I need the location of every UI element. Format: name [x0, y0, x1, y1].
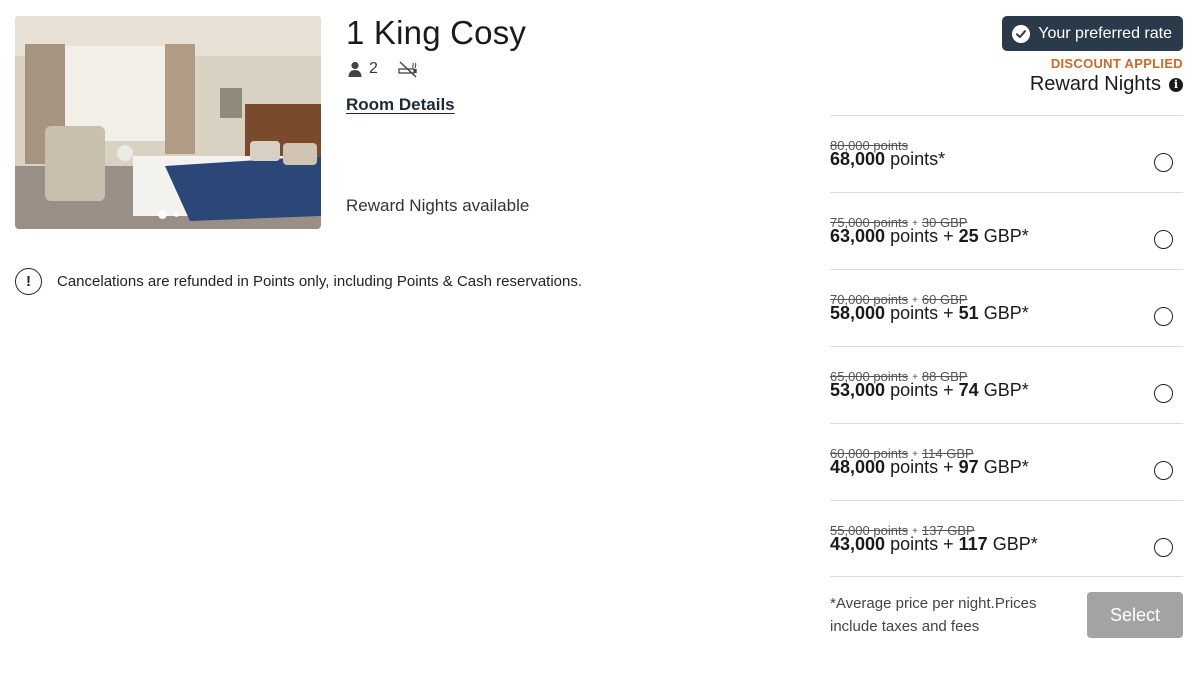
- gallery-dots[interactable]: [15, 210, 321, 219]
- asterisk: *: [1021, 380, 1029, 400]
- rate-radio-button[interactable]: [1154, 538, 1173, 557]
- exclamation-circle-icon: !: [15, 268, 42, 295]
- discounted-price: 53,000 points + 74 GBP*: [830, 380, 1029, 400]
- info-icon[interactable]: i: [1169, 77, 1183, 92]
- points-value: 43,000: [830, 534, 886, 554]
- rate-radio-button[interactable]: [1154, 307, 1173, 326]
- asterisk: *: [938, 149, 946, 169]
- rate-options-list: 80,000 points 68,000 points* 75,000 poin…: [830, 115, 1183, 577]
- asterisk: *: [1021, 303, 1029, 323]
- points-unit: points: [890, 226, 939, 246]
- cash-unit: GBP: [983, 457, 1022, 477]
- rate-name-label: Reward Nights: [1029, 73, 1161, 95]
- no-smoking-icon: [398, 61, 417, 78]
- discounted-price: 58,000 points + 51 GBP*: [830, 303, 1029, 323]
- rate-option[interactable]: 60,000 points + 114 GBP 48,000 points + …: [830, 423, 1183, 500]
- cash-value: 74: [958, 380, 979, 400]
- notice-text: Cancelations are refunded in Points only…: [57, 273, 583, 290]
- cash-value: 51: [958, 303, 979, 323]
- points-unit: points: [890, 534, 939, 554]
- rate-radio-button[interactable]: [1154, 461, 1173, 480]
- points-value: 58,000: [830, 303, 886, 323]
- points-value: 68,000: [830, 149, 886, 169]
- asterisk: *: [1021, 226, 1029, 246]
- occupancy-count: 2: [369, 60, 378, 77]
- price-footnote: *Average price per night.Prices include …: [830, 595, 1037, 635]
- points-unit: points: [890, 380, 939, 400]
- rate-radio-button[interactable]: [1154, 384, 1173, 403]
- discounted-price: 43,000 points + 117 GBP*: [830, 534, 1038, 554]
- hotel-room-photo: [15, 16, 321, 229]
- discounted-price: 68,000 points*: [830, 149, 945, 170]
- cash-unit: GBP: [983, 380, 1022, 400]
- room-details-link[interactable]: Room Details: [346, 95, 455, 115]
- cash-value: 25: [958, 226, 979, 246]
- cancelation-notice: ! Cancelations are refunded in Points on…: [15, 268, 582, 295]
- select-button[interactable]: Select: [1087, 592, 1183, 638]
- rate-radio-button[interactable]: [1154, 230, 1173, 249]
- discount-applied-label: DISCOUNT APPLIED: [1050, 56, 1183, 71]
- check-circle-icon: [1012, 24, 1031, 43]
- cash-unit: GBP: [983, 226, 1022, 246]
- preferred-rate-badge: Your preferred rate: [1002, 16, 1183, 51]
- cash-unit: GBP: [983, 303, 1022, 323]
- availability-text: Reward Nights available: [346, 196, 530, 215]
- cash-unit: GBP: [992, 534, 1031, 554]
- preferred-rate-label: Your preferred rate: [1038, 24, 1172, 42]
- room-photo[interactable]: [15, 16, 321, 229]
- points-unit: points: [890, 149, 939, 169]
- discounted-price: 63,000 points + 25 GBP*: [830, 226, 1029, 246]
- room-attributes: 2: [347, 60, 418, 78]
- rate-radio-button[interactable]: [1154, 153, 1173, 172]
- points-value: 53,000: [830, 380, 886, 400]
- points-value: 63,000: [830, 226, 886, 246]
- guest-icon: [348, 61, 362, 77]
- asterisk: *: [1021, 457, 1029, 477]
- cash-value: 117: [958, 534, 988, 554]
- rate-option[interactable]: 70,000 points + 60 GBP 58,000 points + 5…: [830, 269, 1183, 346]
- points-value: 48,000: [830, 457, 886, 477]
- points-unit: points: [890, 303, 939, 323]
- discounted-price: 48,000 points + 97 GBP*: [830, 457, 1029, 477]
- asterisk: *: [1030, 534, 1038, 554]
- rate-option[interactable]: 80,000 points 68,000 points*: [830, 115, 1183, 192]
- room-title: 1 King Cosy: [346, 14, 527, 51]
- rate-option[interactable]: 55,000 points + 137 GBP 43,000 points + …: [830, 500, 1183, 577]
- points-unit: points: [890, 457, 939, 477]
- cash-value: 97: [958, 457, 979, 477]
- rate-option[interactable]: 65,000 points + 88 GBP 53,000 points + 7…: [830, 346, 1183, 423]
- gallery-dot[interactable]: [173, 212, 179, 217]
- rate-name: Reward Nights i: [1030, 73, 1183, 96]
- rate-option[interactable]: 75,000 points + 30 GBP 63,000 points + 2…: [830, 192, 1183, 269]
- gallery-dot-active[interactable]: [157, 210, 167, 219]
